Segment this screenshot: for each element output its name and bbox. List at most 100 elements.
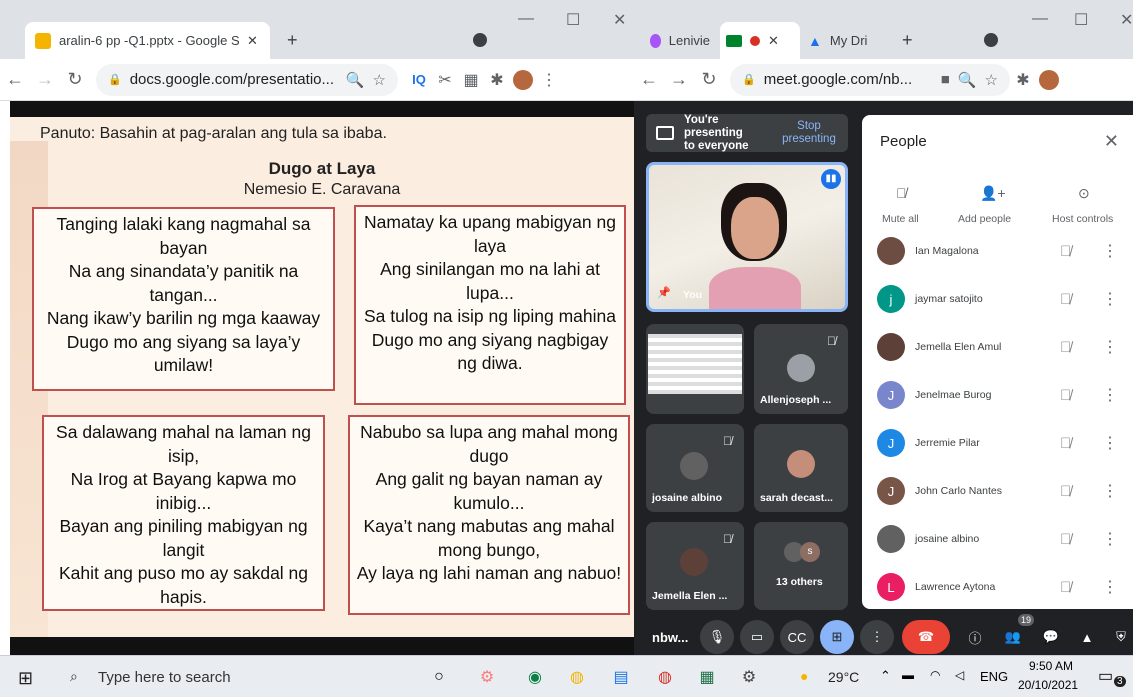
- host-controls-label[interactable]: Host controls: [1052, 213, 1113, 225]
- mic-off-icon[interactable]: 🎙̸: [1060, 435, 1071, 452]
- network-icon[interactable]: ▬: [902, 668, 914, 682]
- settings-icon[interactable]: ⚙: [734, 662, 764, 692]
- host-controls-button[interactable]: ⛨: [1104, 620, 1133, 654]
- more-options-icon[interactable]: ⋮: [1102, 385, 1118, 405]
- others-tile[interactable]: s 13 others: [754, 522, 848, 610]
- meeting-details-button[interactable]: ⓘ: [958, 620, 992, 654]
- forward-icon[interactable]: →: [664, 69, 694, 90]
- task-view-icon[interactable]: ○: [424, 662, 454, 692]
- extension-icon[interactable]: ✂: [432, 70, 458, 90]
- participant-tile[interactable]: 🎙̸ Jemella Elen ...: [646, 522, 744, 610]
- new-tab-icon[interactable]: +: [287, 30, 298, 51]
- people-button[interactable]: 👥 19: [996, 614, 1034, 654]
- weather-temp[interactable]: 29°C: [828, 669, 859, 685]
- leave-call-button[interactable]: ☎: [902, 620, 950, 654]
- close-window-icon[interactable]: ✕: [613, 10, 626, 30]
- tab-lenivie[interactable]: Lenivie: [644, 22, 716, 59]
- mic-off-icon[interactable]: 🎙̸: [1060, 339, 1071, 356]
- tab-meet[interactable]: ✕: [720, 22, 800, 59]
- participant-row[interactable]: j jaymar satojito 🎙̸ ⋮: [862, 275, 1133, 323]
- participant-tile[interactable]: 🎙̸ josaine albino: [646, 424, 744, 512]
- address-input[interactable]: 🔒 meet.google.com/nb... ■ 🔍 ☆: [730, 63, 1010, 96]
- menu-icon[interactable]: ⋮: [536, 70, 562, 90]
- avatar[interactable]: [1036, 69, 1062, 90]
- mute-all-icon[interactable]: 🎙̸: [896, 185, 907, 201]
- more-options-icon[interactable]: ⋮: [1102, 289, 1118, 309]
- participant-row[interactable]: J Jerremie Pilar 🎙̸ ⋮: [862, 419, 1133, 467]
- tab-drive[interactable]: ▲ My Dri: [802, 22, 892, 59]
- puzzle-icon[interactable]: ✱: [484, 70, 510, 90]
- mic-off-icon[interactable]: 🎙̸: [1060, 579, 1071, 596]
- pin-icon[interactable]: 📌: [657, 286, 671, 299]
- notification-icon[interactable]: ▭: [1098, 666, 1113, 686]
- camera-button[interactable]: ▭: [740, 620, 774, 654]
- profile-icon[interactable]: [473, 33, 487, 47]
- more-options-icon[interactable]: ⋮: [1102, 481, 1118, 501]
- profile-icon[interactable]: [984, 33, 998, 47]
- tab-slides[interactable]: aralin-6 pp -Q1.pptx - Google Sli ✕: [25, 22, 270, 59]
- mic-off-icon[interactable]: 🎙̸: [1060, 531, 1071, 548]
- participant-row[interactable]: J John Carlo Nantes 🎙̸ ⋮: [862, 467, 1133, 515]
- zoom-icon[interactable]: 🔍: [958, 71, 977, 89]
- taskbar-search-input[interactable]: Type here to search: [98, 669, 231, 686]
- close-icon[interactable]: ✕: [768, 33, 779, 49]
- tray-chevron-icon[interactable]: ⌃: [880, 668, 891, 684]
- language-indicator[interactable]: ENG: [980, 669, 1008, 684]
- mic-off-icon[interactable]: 🎙̸: [1060, 291, 1071, 308]
- edge-icon[interactable]: ◉: [520, 662, 550, 692]
- participant-tile[interactable]: 🎙̸ Allenjoseph ...: [754, 324, 848, 414]
- new-tab-icon[interactable]: +: [902, 30, 913, 51]
- puzzle-icon[interactable]: ✱: [1010, 70, 1036, 90]
- self-video-tile[interactable]: ▮▮ 📌 You: [646, 162, 848, 312]
- more-options-icon[interactable]: ⋮: [1102, 241, 1118, 261]
- mic-off-icon[interactable]: 🎙̸: [1060, 243, 1071, 260]
- address-input[interactable]: 🔒 docs.google.com/presentatio... 🔍 ☆: [96, 63, 398, 96]
- zoom-icon[interactable]: 🔍: [346, 71, 365, 89]
- grid-extension-icon[interactable]: ▦: [458, 70, 484, 90]
- volume-icon[interactable]: ◁: [955, 668, 964, 682]
- chrome-icon[interactable]: ◍: [650, 662, 680, 692]
- forward-icon[interactable]: →: [30, 69, 60, 90]
- mic-button[interactable]: 🎙: [700, 620, 734, 654]
- more-options-button[interactable]: ⋮: [860, 620, 894, 654]
- reload-icon[interactable]: ↻: [694, 69, 724, 90]
- participant-tile[interactable]: sarah decast...: [754, 424, 848, 512]
- chrome-icon[interactable]: ◍: [562, 662, 592, 692]
- wifi-icon[interactable]: ◠: [930, 668, 940, 682]
- back-icon[interactable]: ←: [0, 69, 30, 90]
- chat-button[interactable]: 💬: [1034, 620, 1068, 654]
- participant-row[interactable]: josaine albino 🎙̸ ⋮: [862, 515, 1133, 563]
- reload-icon[interactable]: ↻: [60, 69, 90, 90]
- add-person-icon[interactable]: 👤+: [980, 185, 1006, 202]
- notepad-icon[interactable]: ▤: [606, 662, 636, 692]
- close-icon[interactable]: ✕: [247, 33, 258, 49]
- more-options-icon[interactable]: ⋮: [1102, 433, 1118, 453]
- more-options-icon[interactable]: ⋮: [1102, 337, 1118, 357]
- maximize-icon[interactable]: ☐: [566, 10, 580, 30]
- activities-button[interactable]: ▲: [1070, 620, 1104, 654]
- app-icon[interactable]: ⚙: [472, 662, 502, 692]
- more-options-icon[interactable]: ⋮: [1102, 529, 1118, 549]
- present-button[interactable]: ⊞: [820, 620, 854, 654]
- avatar[interactable]: [510, 69, 536, 90]
- participant-row[interactable]: L Lawrence Aytona 🎙̸ ⋮: [862, 563, 1133, 611]
- mic-off-icon[interactable]: 🎙̸: [1060, 387, 1071, 404]
- bookmark-star-icon[interactable]: ☆: [373, 71, 386, 89]
- close-window-icon[interactable]: ✕: [1120, 10, 1133, 30]
- maximize-icon[interactable]: ☐: [1074, 10, 1088, 30]
- clock-date[interactable]: 20/10/2021: [1018, 678, 1078, 692]
- stop-presenting-button[interactable]: Stop presenting: [774, 120, 844, 146]
- more-options-icon[interactable]: ⋮: [1102, 577, 1118, 597]
- participant-row[interactable]: Ian Magalona 🎙̸ ⋮: [862, 227, 1133, 275]
- bookmark-star-icon[interactable]: ☆: [985, 71, 998, 89]
- mute-all-label[interactable]: Mute all: [882, 213, 919, 225]
- minimize-icon[interactable]: —: [518, 10, 534, 28]
- add-people-label[interactable]: Add people: [958, 213, 1011, 225]
- captions-button[interactable]: CC: [780, 620, 814, 654]
- camera-icon[interactable]: ■: [941, 71, 950, 88]
- participant-row[interactable]: Jemella Elen Amul 🎙̸ ⋮: [862, 323, 1133, 371]
- windows-start-icon[interactable]: ⊞: [18, 668, 33, 689]
- close-icon[interactable]: ✕: [1104, 131, 1119, 152]
- participant-row[interactable]: J Jenelmae Burog 🎙̸ ⋮: [862, 371, 1133, 419]
- host-controls-icon[interactable]: ⊙: [1078, 185, 1090, 202]
